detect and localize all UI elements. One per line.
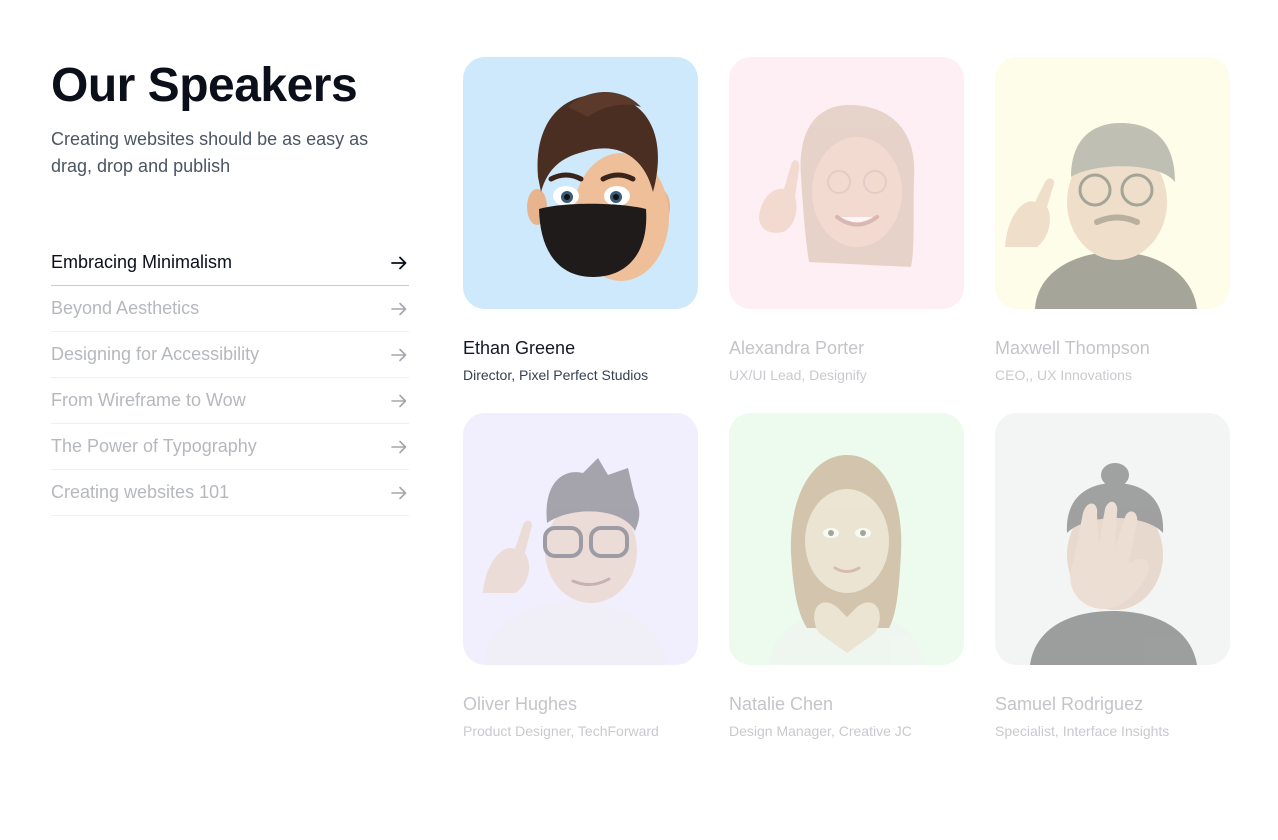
memoji-avatar bbox=[1005, 122, 1197, 309]
speaker-photo bbox=[729, 413, 964, 665]
page-title: Our Speakers bbox=[51, 59, 358, 112]
speaker-card-oliver-hughes[interactable]: Oliver Hughes Product Designer, TechForw… bbox=[463, 413, 698, 740]
speaker-role: Design Manager, Creative JC bbox=[729, 723, 912, 739]
speaker-name: Maxwell Thompson bbox=[995, 338, 1150, 358]
speaker-grid: Ethan Greene Director, Pixel Perfect Stu… bbox=[463, 57, 1230, 740]
topic-label: From Wireframe to Wow bbox=[51, 390, 246, 410]
memoji-avatar bbox=[483, 458, 668, 665]
topic-label: Embracing Minimalism bbox=[51, 252, 233, 272]
topic-label: The Power of Typography bbox=[51, 436, 257, 456]
speaker-role: Product Designer, TechForward bbox=[463, 723, 659, 739]
speaker-photo bbox=[463, 57, 698, 309]
topic-item-embracing-minimalism[interactable]: Embracing Minimalism bbox=[51, 240, 409, 286]
topic-item-beyond-aesthetics[interactable]: Beyond Aesthetics bbox=[51, 286, 409, 332]
arrow-right-icon bbox=[391, 394, 407, 407]
speakers-intro: Our Speakers Creating websites should be… bbox=[51, 58, 409, 516]
arrow-right-icon bbox=[391, 302, 407, 315]
memoji-avatar bbox=[1030, 463, 1197, 665]
speaker-card-alexandra-porter[interactable]: Alexandra Porter UX/UI Lead, Designify bbox=[729, 57, 964, 384]
topic-item-the-power-of-typography[interactable]: The Power of Typography bbox=[51, 424, 409, 470]
topic-item-from-wireframe-to-wow[interactable]: From Wireframe to Wow bbox=[51, 378, 409, 424]
speaker-photo bbox=[729, 57, 964, 309]
speaker-name: Ethan Greene bbox=[463, 338, 576, 358]
speaker-role: CEO,, UX Innovations bbox=[995, 367, 1132, 383]
topic-item-designing-for-accessibility[interactable]: Designing for Accessibility bbox=[51, 332, 409, 378]
speaker-role: Director, Pixel Perfect Studios bbox=[463, 367, 649, 383]
speaker-card-samuel-rodriguez[interactable]: Samuel Rodriguez Specialist, Interface I… bbox=[995, 413, 1230, 740]
memoji-avatar bbox=[769, 455, 924, 665]
arrow-right-icon bbox=[391, 256, 407, 269]
topic-item-creating-websites-101[interactable]: Creating websites 101 bbox=[51, 470, 409, 516]
speaker-role: UX/UI Lead, Designify bbox=[729, 367, 867, 383]
memoji-avatar bbox=[527, 92, 670, 281]
topic-list: Embracing Minimalism Beyond Aesthetics D… bbox=[51, 240, 409, 516]
speaker-name: Samuel Rodriguez bbox=[995, 694, 1144, 714]
speaker-name: Natalie Chen bbox=[729, 694, 834, 714]
speaker-photo bbox=[463, 413, 698, 665]
arrow-right-icon bbox=[391, 440, 407, 453]
arrow-right-icon bbox=[391, 348, 407, 361]
topic-label: Beyond Aesthetics bbox=[51, 298, 200, 318]
speaker-card-maxwell-thompson[interactable]: Maxwell Thompson CEO,, UX Innovations bbox=[995, 57, 1230, 384]
topic-label: Creating websites 101 bbox=[51, 482, 230, 502]
speaker-role: Specialist, Interface Insights bbox=[995, 723, 1170, 739]
speaker-name: Oliver Hughes bbox=[463, 694, 578, 714]
memoji-avatar bbox=[759, 105, 915, 267]
speaker-photo bbox=[995, 57, 1230, 309]
arrow-right-icon bbox=[391, 486, 407, 499]
speaker-card-natalie-chen[interactable]: Natalie Chen Design Manager, Creative JC bbox=[729, 413, 964, 740]
speaker-name: Alexandra Porter bbox=[729, 338, 865, 358]
topic-label: Designing for Accessibility bbox=[51, 344, 260, 364]
speaker-card-ethan-greene[interactable]: Ethan Greene Director, Pixel Perfect Stu… bbox=[463, 57, 698, 384]
speaker-photo bbox=[995, 413, 1230, 665]
page-subtitle: Creating websites should be as easy as d… bbox=[51, 129, 369, 176]
